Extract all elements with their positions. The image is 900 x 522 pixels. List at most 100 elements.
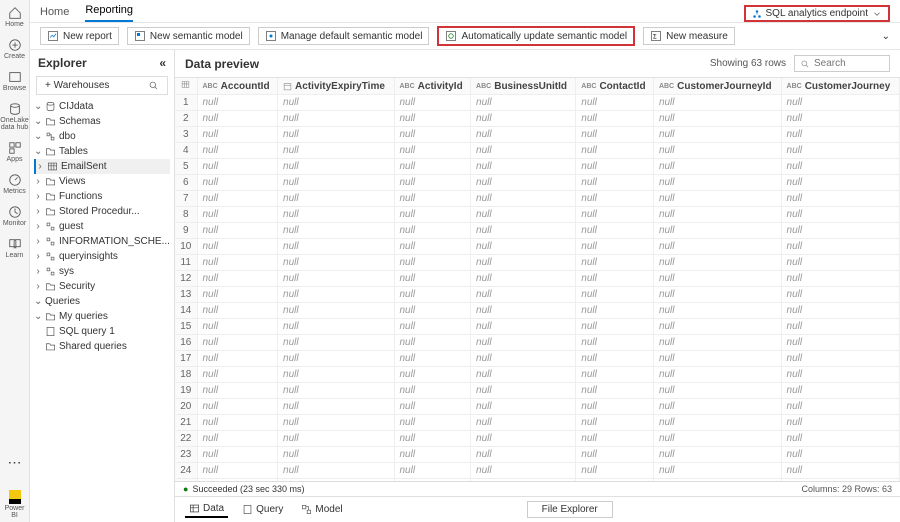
- nav-apps[interactable]: Apps: [1, 138, 29, 166]
- tree-sys[interactable]: ›sys: [34, 264, 170, 279]
- table-row[interactable]: 17nullnullnullnullnullnullnull: [175, 351, 900, 367]
- new-report-button[interactable]: New report: [40, 27, 119, 45]
- table-row[interactable]: 10nullnullnullnullnullnullnull: [175, 239, 900, 255]
- bottom-tabs: Data Query Model File Explorer: [175, 496, 900, 522]
- tab-home[interactable]: Home: [40, 2, 69, 22]
- monitor-icon: [8, 205, 22, 219]
- table-row[interactable]: 18nullnullnullnullnullnullnull: [175, 367, 900, 383]
- table-row[interactable]: 14nullnullnullnullnullnullnull: [175, 303, 900, 319]
- tree-dbo[interactable]: ⌄dbo: [34, 129, 170, 144]
- nav-create[interactable]: Create: [1, 35, 29, 63]
- tree-cijdata[interactable]: ⌄CIJdata: [34, 99, 170, 114]
- tree-views[interactable]: ›Views: [34, 174, 170, 189]
- column-header[interactable]: ABCCustomerJourney: [781, 78, 899, 95]
- tree-schemas[interactable]: ⌄Schemas: [34, 114, 170, 129]
- tree-myqueries[interactable]: ⌄My queries: [34, 309, 170, 324]
- tree-qi[interactable]: ›queryinsights: [34, 249, 170, 264]
- data-preview-title: Data preview: [185, 57, 259, 71]
- nav-browse[interactable]: Browse: [1, 67, 29, 95]
- search-input[interactable]: [814, 58, 884, 69]
- table-row[interactable]: 23nullnullnullnullnullnullnull: [175, 447, 900, 463]
- search-box[interactable]: [794, 55, 890, 72]
- tab-query[interactable]: Query: [238, 502, 287, 517]
- tree-shared[interactable]: Shared queries: [34, 339, 170, 354]
- data-grid[interactable]: ABCAccountIdActivityExpiryTimeABCActivit…: [175, 77, 900, 481]
- tree-emailsent[interactable]: ›EmailSent: [34, 159, 170, 174]
- folder-icon: [45, 311, 56, 322]
- nav-home[interactable]: Home: [1, 3, 29, 31]
- folder-icon: [45, 341, 56, 352]
- table-row[interactable]: 5nullnullnullnullnullnullnull: [175, 159, 900, 175]
- tree-functions[interactable]: ›Functions: [34, 189, 170, 204]
- manage-default-button[interactable]: Manage default semantic model: [258, 27, 430, 45]
- table-row[interactable]: 2nullnullnullnullnullnullnull: [175, 111, 900, 127]
- warehouses-button[interactable]: + Warehouses: [36, 76, 168, 95]
- table-row[interactable]: 13nullnullnullnullnullnullnull: [175, 287, 900, 303]
- table-icon: [47, 161, 58, 172]
- tree-tables[interactable]: ⌄Tables: [34, 144, 170, 159]
- folder-icon: [45, 176, 56, 187]
- explorer-pane: Explorer « + Warehouses ⌄CIJdata ⌄Schema…: [30, 50, 175, 522]
- browse-icon: [8, 70, 22, 84]
- table-row[interactable]: 21nullnullnullnullnullnullnull: [175, 415, 900, 431]
- data-icon: [189, 503, 200, 514]
- new-measure-button[interactable]: ΣNew measure: [643, 27, 735, 45]
- explorer-collapse[interactable]: «: [159, 56, 166, 70]
- auto-update-button[interactable]: Automatically update semantic model: [437, 26, 635, 46]
- table-row[interactable]: 1nullnullnullnullnullnullnull: [175, 95, 900, 111]
- table-row[interactable]: 3nullnullnullnullnullnullnull: [175, 127, 900, 143]
- table-row[interactable]: 4nullnullnullnullnullnullnull: [175, 143, 900, 159]
- top-nav: Home Reporting SQL analytics endpoint: [30, 0, 900, 22]
- tree-sql1[interactable]: SQL query 1: [34, 324, 170, 339]
- hub-icon: [752, 9, 762, 19]
- toolbar-expand[interactable]: ⌄: [882, 31, 890, 42]
- table-row[interactable]: 9nullnullnullnullnullnullnull: [175, 223, 900, 239]
- row-count-label: Showing 63 rows: [710, 58, 786, 69]
- column-header[interactable]: ABCActivityId: [394, 78, 471, 95]
- query-icon: [242, 504, 253, 515]
- table-row[interactable]: 12nullnullnullnullnullnullnull: [175, 271, 900, 287]
- column-header[interactable]: ActivityExpiryTime: [278, 78, 394, 95]
- column-header[interactable]: ABCBusinessUnitId: [471, 78, 576, 95]
- status-bar: ● Succeeded (23 sec 330 ms) Columns: 29 …: [175, 481, 900, 496]
- folder-icon: [45, 116, 56, 127]
- nav-monitor[interactable]: Monitor: [1, 202, 29, 230]
- schema-icon: [45, 251, 56, 262]
- column-header[interactable]: ABCAccountId: [197, 78, 278, 95]
- nav-onelake[interactable]: OneLake data hub: [1, 99, 29, 134]
- toolbar: New report New semantic model Manage def…: [30, 22, 900, 50]
- tree-info[interactable]: ›INFORMATION_SCHE...: [34, 234, 170, 249]
- column-header[interactable]: ABCContactId: [576, 78, 654, 95]
- table-row[interactable]: 19nullnullnullnullnullnullnull: [175, 383, 900, 399]
- new-semantic-button[interactable]: New semantic model: [127, 27, 250, 45]
- tree-queries[interactable]: ⌄Queries: [34, 294, 170, 309]
- nav-powerbi[interactable]: Power BI: [1, 487, 29, 522]
- search-icon: [800, 59, 810, 69]
- tree-guest[interactable]: ›guest: [34, 219, 170, 234]
- table-row[interactable]: 7nullnullnullnullnullnullnull: [175, 191, 900, 207]
- column-header[interactable]: ABCCustomerJourneyId: [653, 78, 781, 95]
- table-row[interactable]: 22nullnullnullnullnullnullnull: [175, 431, 900, 447]
- measure-icon: Σ: [650, 30, 662, 42]
- table-row[interactable]: 8nullnullnullnullnullnullnull: [175, 207, 900, 223]
- tree-stored[interactable]: ›Stored Procedur...: [34, 204, 170, 219]
- tab-data[interactable]: Data: [185, 501, 228, 518]
- table-row[interactable]: 16nullnullnullnullnullnullnull: [175, 335, 900, 351]
- tab-reporting[interactable]: Reporting: [85, 0, 133, 22]
- tab-model[interactable]: Model: [297, 502, 346, 517]
- file-explorer-button[interactable]: File Explorer: [527, 501, 613, 518]
- nav-more[interactable]: ⋯: [8, 454, 22, 471]
- sql-icon: [45, 326, 56, 337]
- nav-metrics[interactable]: Metrics: [1, 170, 29, 198]
- table-row[interactable]: 6nullnullnullnullnullnullnull: [175, 175, 900, 191]
- nav-learn[interactable]: Learn: [1, 234, 29, 262]
- endpoint-dropdown[interactable]: SQL analytics endpoint: [744, 5, 890, 22]
- table-row[interactable]: 20nullnullnullnullnullnullnull: [175, 399, 900, 415]
- table-row[interactable]: 15nullnullnullnullnullnullnull: [175, 319, 900, 335]
- powerbi-icon: [9, 490, 21, 504]
- table-row[interactable]: 11nullnullnullnullnullnullnull: [175, 255, 900, 271]
- tree-security[interactable]: ›Security: [34, 279, 170, 294]
- model-icon: [301, 504, 312, 515]
- table-row[interactable]: 24nullnullnullnullnullnullnull: [175, 463, 900, 479]
- main-area: Home Reporting SQL analytics endpoint Ne…: [30, 0, 900, 522]
